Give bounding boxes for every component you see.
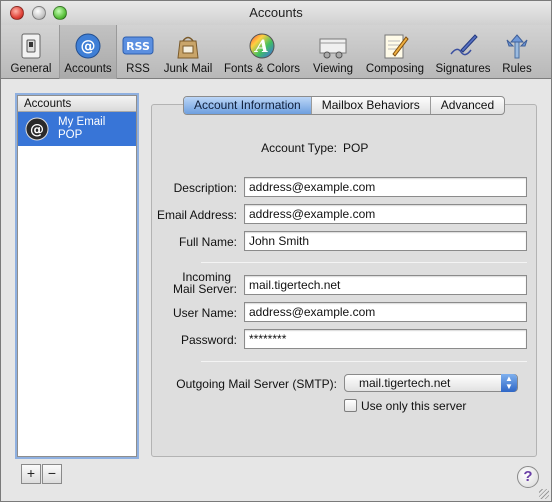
rss-icon: RSS (121, 31, 155, 61)
account-type-label: Account Type: (261, 141, 337, 155)
smtp-label: Outgoing Mail Server (SMTP): (176, 377, 337, 391)
account-name: My Email (58, 116, 106, 128)
email-address-label: Email Address: (156, 208, 237, 222)
at-sign-icon: @ (71, 31, 105, 61)
section-divider (201, 262, 527, 263)
rules-icon (500, 31, 534, 61)
toolbar-rules[interactable]: Rules (497, 25, 537, 79)
resize-grip-icon[interactable] (539, 489, 549, 499)
incoming-mail-server-label: Incoming Mail Server: (151, 271, 237, 295)
popup-arrows-icon: ▲ ▼ (501, 374, 517, 392)
account-type-value: POP (343, 141, 369, 155)
remove-account-button[interactable]: − (42, 464, 62, 484)
full-name-label: Full Name: (178, 235, 237, 249)
fonts-colors-icon: A (245, 31, 279, 61)
smtp-server-popup[interactable]: mail.tigertech.net ▲ ▼ (344, 374, 518, 392)
viewing-icon (316, 31, 350, 61)
help-button[interactable]: ? (517, 466, 539, 488)
window-title: Accounts (249, 5, 303, 20)
toolbar-accounts[interactable]: @ Accounts (59, 25, 117, 79)
junk-mail-bag-icon (171, 31, 205, 61)
toolbar-general[interactable]: General (5, 25, 57, 79)
description-field[interactable]: address@example.com (244, 177, 527, 197)
section-divider (201, 361, 527, 362)
add-account-button[interactable]: + (21, 464, 41, 484)
toolbar-general-label: General (10, 63, 52, 75)
tab-mailbox-behaviors[interactable]: Mailbox Behaviors (312, 97, 431, 114)
svg-text:RSS: RSS (126, 40, 150, 53)
smtp-server-value: mail.tigertech.net (359, 376, 451, 390)
title-bar[interactable]: Accounts (1, 1, 551, 25)
preferences-toolbar: General @ Accounts RSS RSS Junk Mail A F… (1, 25, 551, 79)
account-list-item[interactable]: @ My Email POP (18, 112, 136, 146)
use-only-this-server-checkbox[interactable] (344, 399, 357, 412)
toolbar-rss-label: RSS (126, 63, 150, 75)
toolbar-composing-label: Composing (365, 63, 425, 75)
toolbar-junk-mail-label: Junk Mail (163, 63, 213, 75)
user-name-field[interactable]: address@example.com (244, 302, 527, 322)
toolbar-fonts-colors[interactable]: A Fonts & Colors (219, 25, 305, 79)
password-field[interactable]: ******** (244, 329, 527, 349)
toolbar-viewing[interactable]: Viewing (307, 25, 359, 79)
at-sign-icon: @ (24, 116, 50, 142)
incoming-label-line2: Mail Server: (172, 282, 237, 296)
toolbar-composing[interactable]: Composing (361, 25, 429, 79)
svg-text:@: @ (30, 122, 44, 138)
tab-advanced[interactable]: Advanced (431, 97, 504, 114)
toolbar-signatures[interactable]: Signatures (431, 25, 495, 79)
toolbar-rules-label: Rules (502, 63, 532, 75)
toolbar-fonts-colors-label: Fonts & Colors (223, 63, 301, 75)
description-label: Description: (173, 181, 237, 195)
toolbar-signatures-label: Signatures (435, 63, 491, 75)
account-type: POP (58, 129, 83, 141)
svg-text:A: A (253, 37, 268, 57)
signature-pen-icon (446, 31, 480, 61)
account-tabs: Account Information Mailbox Behaviors Ad… (183, 96, 506, 115)
light-switch-icon (14, 31, 48, 61)
tab-account-information[interactable]: Account Information (184, 97, 312, 114)
accounts-list-header: Accounts (18, 96, 136, 112)
password-label: Password: (180, 333, 237, 347)
toolbar-junk-mail[interactable]: Junk Mail (159, 25, 217, 79)
incoming-mail-server-field[interactable]: mail.tigertech.net (244, 275, 527, 295)
toolbar-accounts-label: Accounts (64, 63, 112, 75)
use-only-this-server-label: Use only this server (361, 399, 467, 413)
full-name-field[interactable]: John Smith (244, 231, 527, 251)
user-name-label: User Name: (172, 306, 237, 320)
svg-text:@: @ (81, 37, 96, 55)
accounts-list[interactable]: Accounts @ My Email POP (17, 95, 137, 457)
toolbar-rss[interactable]: RSS RSS (119, 25, 157, 79)
preferences-window: Accounts General @ Accounts RSS RSS Junk… (0, 0, 552, 502)
composing-pencil-icon (378, 31, 412, 61)
email-address-field[interactable]: address@example.com (244, 204, 527, 224)
toolbar-viewing-label: Viewing (312, 63, 354, 75)
